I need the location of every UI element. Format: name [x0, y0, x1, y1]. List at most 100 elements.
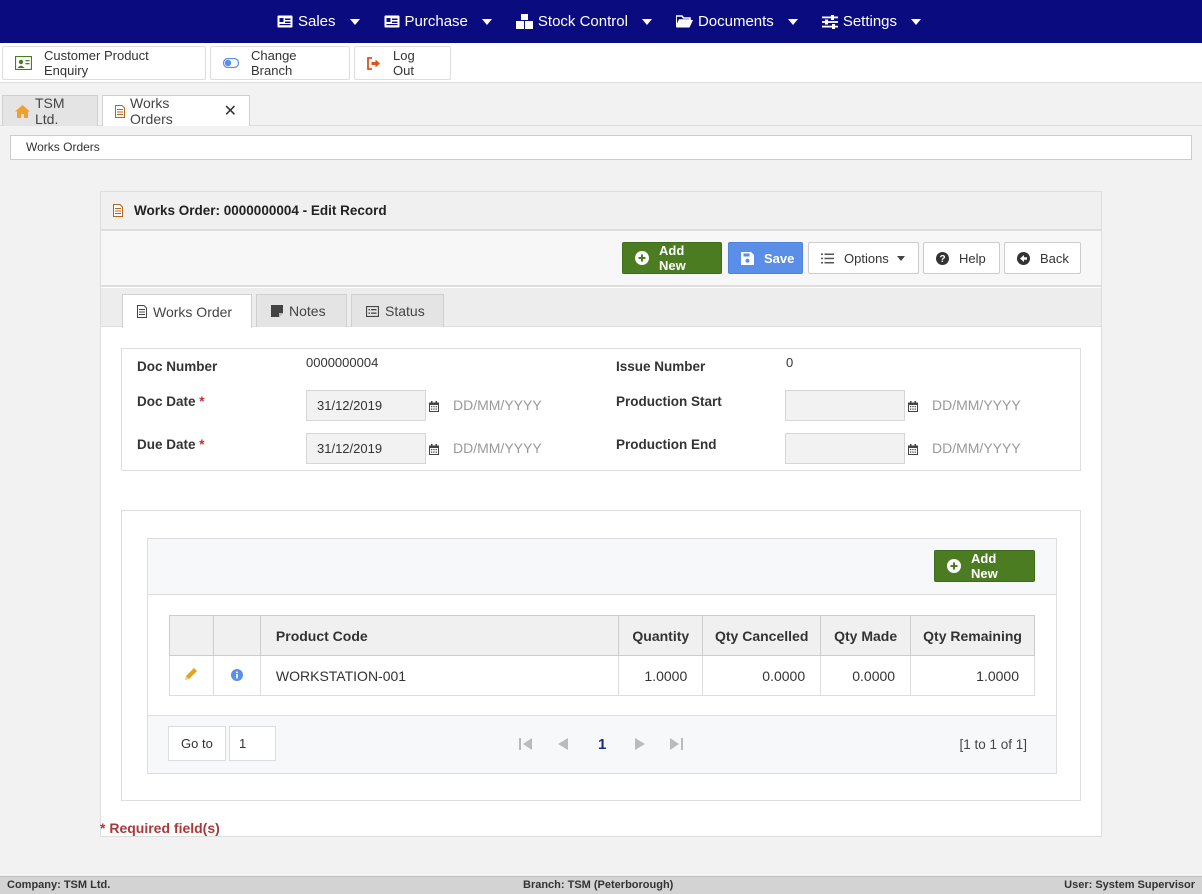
last-page-icon[interactable] — [670, 738, 683, 750]
caret-down-icon — [896, 255, 905, 261]
production-end-input[interactable] — [785, 433, 905, 464]
nav-purchase-label: Purchase — [404, 13, 468, 30]
tab-tsm-ltd[interactable]: TSM Ltd. — [2, 95, 98, 127]
save-button[interactable]: Save — [728, 242, 803, 274]
user-search-icon — [15, 56, 32, 70]
due-date-label: Due Date * — [137, 437, 205, 452]
column-header-qty-cancelled[interactable]: Qty Cancelled — [702, 615, 822, 656]
column-header-qty-made[interactable]: Qty Made — [820, 615, 912, 656]
production-start-input[interactable] — [785, 390, 905, 421]
question-circle-icon: ? — [936, 251, 949, 265]
calendar-icon[interactable] — [908, 444, 918, 455]
cubes-icon — [515, 14, 533, 29]
date-format-hint: DD/MM/YYYY — [932, 397, 1021, 413]
qty-cancelled-cell: 0.0000 — [702, 655, 822, 696]
date-format-hint: DD/MM/YYYY — [932, 440, 1021, 456]
lines-table: Product Code Quantity Qty Cancelled Qty … — [169, 615, 1035, 696]
log-out-button[interactable]: Log Out — [354, 46, 451, 80]
pencil-icon[interactable] — [184, 667, 198, 684]
info-circle-icon[interactable] — [230, 668, 243, 684]
tab-works-order-label: Works Order — [153, 303, 233, 320]
column-header-qty-remaining[interactable]: Qty Remaining — [910, 615, 1035, 656]
document-icon — [115, 104, 125, 118]
options-label: Options — [844, 250, 889, 266]
calendar-icon[interactable] — [908, 401, 918, 412]
nav-stock-control[interactable]: Stock Control — [506, 0, 666, 43]
production-end-label: Production End — [616, 437, 717, 452]
due-date-label-text: Due Date — [137, 437, 196, 452]
production-start-label: Production Start — [616, 394, 722, 409]
svg-text:?: ? — [939, 254, 945, 265]
required-marker: * — [199, 394, 205, 409]
status-user: User: System Supervisor — [1064, 879, 1195, 891]
current-page-number[interactable]: 1 — [598, 736, 606, 753]
tab-works-orders[interactable]: Works Orders ✕ — [102, 95, 250, 127]
help-button[interactable]: ? Help — [923, 242, 1000, 274]
column-header-product-code[interactable]: Product Code — [259, 615, 620, 656]
qty-remaining-cell: 1.0000 — [910, 655, 1035, 696]
customer-product-enquiry-label: Customer Product Enquiry — [44, 48, 149, 78]
edit-column-header — [169, 615, 214, 656]
plus-circle-icon — [947, 559, 961, 573]
lines-grid: Add New Product Code Quantity Qty Cancel… — [147, 538, 1057, 774]
back-button[interactable]: Back — [1004, 242, 1081, 274]
tab-works-order[interactable]: Works Order — [122, 294, 252, 328]
tab-notes-label: Notes — [289, 303, 326, 319]
goto-page-button[interactable]: Go to — [168, 726, 226, 761]
back-label: Back — [1040, 250, 1069, 266]
tab-status-label: Status — [385, 303, 425, 319]
grid-add-new-button[interactable]: Add New — [934, 550, 1035, 582]
issue-number-value: 0 — [786, 355, 794, 370]
first-page-icon[interactable] — [519, 738, 532, 750]
next-page-icon[interactable] — [635, 738, 646, 750]
list-icon — [821, 253, 834, 264]
tab-notes[interactable]: Notes — [256, 294, 347, 327]
change-branch-label: Change Branch — [251, 48, 297, 78]
works-order-panel: Works Order: 0000000004 - Edit Record Ad… — [100, 191, 1102, 837]
save-label: Save — [764, 250, 795, 266]
caret-down-icon — [911, 18, 922, 25]
add-new-button[interactable]: Add New — [622, 242, 722, 274]
nav-sales[interactable]: Sales — [267, 0, 374, 43]
change-branch-button[interactable]: Change Branch — [210, 46, 350, 80]
pager-summary: [1 to 1 of 1] — [959, 737, 1027, 752]
nav-settings[interactable]: Settings — [812, 0, 935, 43]
status-company: Company: TSM Ltd. — [7, 879, 111, 891]
doc-date-input[interactable]: 31/12/2019 — [306, 390, 426, 421]
goto-page-input[interactable]: 1 — [229, 726, 276, 761]
caret-down-icon — [349, 18, 360, 25]
close-icon[interactable]: ✕ — [224, 101, 237, 121]
nav-purchase[interactable]: Purchase — [374, 0, 506, 43]
help-label: Help — [959, 250, 986, 266]
calendar-icon[interactable] — [429, 401, 439, 412]
previous-page-icon[interactable] — [557, 738, 568, 750]
works-order-fields: Doc Number 0000000004 Issue Number 0 Doc… — [121, 348, 1081, 471]
options-dropdown-button[interactable]: Options — [808, 242, 919, 274]
required-fields-note: * Required field(s) — [100, 820, 220, 836]
document-icon — [137, 305, 147, 318]
nav-documents[interactable]: Documents — [666, 0, 812, 43]
breadcrumb: Works Orders — [10, 135, 1192, 160]
lines-grid-container: Add New Product Code Quantity Qty Cancel… — [121, 510, 1081, 801]
calendar-icon[interactable] — [429, 444, 439, 455]
due-date-input[interactable]: 31/12/2019 — [306, 433, 426, 464]
required-marker: * — [199, 437, 205, 452]
grid-add-new-label: Add New — [971, 551, 998, 581]
form-tabs-bar: Works Order Notes Status — [101, 288, 1101, 328]
status-bar: Company: TSM Ltd. Branch: TSM (Peterboro… — [0, 876, 1202, 894]
doc-date-label: Doc Date * — [137, 394, 205, 409]
top-navigation: Sales Purchase Stock Control Documents S… — [0, 0, 1202, 43]
status-branch: Branch: TSM (Peterborough) — [523, 879, 674, 891]
product-code-cell: WORKSTATION-001 — [259, 655, 620, 696]
date-format-hint: DD/MM/YYYY — [453, 397, 542, 413]
action-bar: Add New Save Options ? Help Back — [101, 231, 1101, 287]
column-header-quantity[interactable]: Quantity — [618, 615, 704, 656]
arrow-left-circle-icon — [1017, 251, 1030, 265]
tab-status[interactable]: Status — [351, 294, 444, 327]
sticky-note-icon — [271, 305, 283, 317]
add-new-label: Add New — [659, 243, 686, 273]
table-header-row: Product Code Quantity Qty Cancelled Qty … — [169, 615, 1035, 656]
toggle-icon — [223, 58, 239, 68]
issue-number-label: Issue Number — [616, 359, 706, 374]
customer-product-enquiry-button[interactable]: Customer Product Enquiry — [2, 46, 206, 80]
